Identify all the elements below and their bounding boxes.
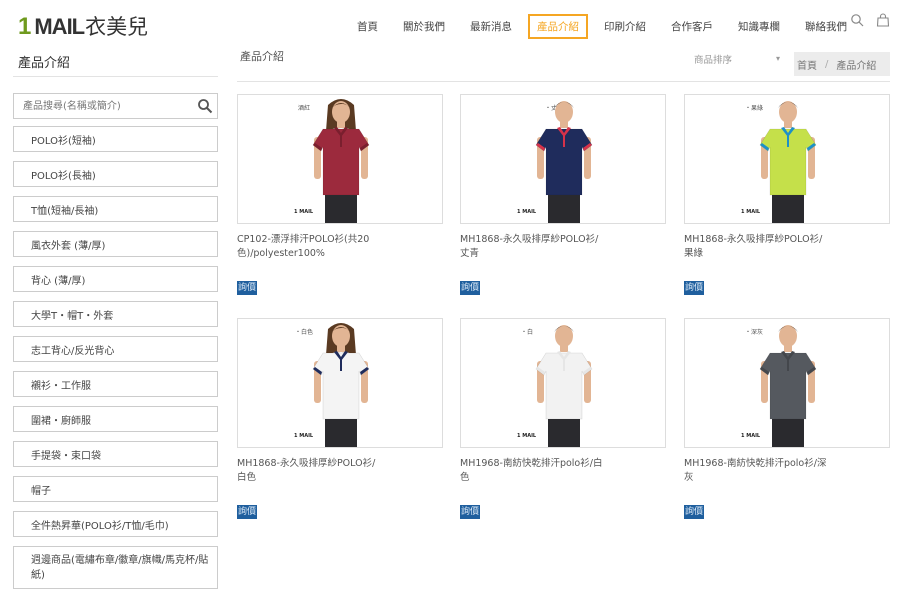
nav-item-printing[interactable]: 印刷介紹 (595, 14, 655, 39)
product-name[interactable]: MH1868-永久吸排厚紗POLO衫/果綠 (684, 233, 890, 275)
brand-tag: 1 MAIL (294, 209, 314, 215)
product-image[interactable]: ・白色 1 MAIL (237, 318, 443, 448)
header-icons (850, 13, 890, 27)
category-item[interactable]: POLO衫(長袖) (13, 161, 218, 187)
product-image[interactable]: ・果綠 1 MAIL (684, 94, 890, 224)
category-item[interactable]: 背心 (薄/厚) (13, 266, 218, 292)
model-figure (759, 325, 817, 447)
product-search-input[interactable] (14, 94, 194, 119)
sidebar-title: 產品介紹 (18, 56, 71, 71)
category-item[interactable]: 襯衫・工作服 (13, 371, 218, 397)
inquiry-button[interactable]: 詢價 (237, 281, 258, 295)
inquiry-button[interactable]: 詢價 (460, 505, 481, 519)
model-figure (759, 101, 817, 223)
brand-tag: 1 MAIL (741, 209, 761, 215)
sort-select[interactable]: 商品排序 (694, 52, 732, 66)
nav-item-news[interactable]: 最新消息 (461, 14, 521, 39)
product-name[interactable]: MH1968-南紡快乾排汗polo衫/白色 (460, 457, 666, 499)
category-item[interactable]: POLO衫(短袖) (13, 126, 218, 152)
breadcrumb-home[interactable]: 首頁 (797, 57, 817, 72)
product-image[interactable]: 酒紅 1 MAIL (237, 94, 443, 224)
breadcrumb-current: 產品介紹 (836, 60, 877, 72)
brand-tag: 1 MAIL (741, 433, 761, 439)
brand-tag: 1 MAIL (294, 433, 314, 439)
site-logo[interactable]: 1 MAIL 衣美兒 (18, 11, 148, 41)
category-item[interactable]: T恤(短袖/長袖) (13, 196, 218, 222)
model-figure (312, 323, 370, 447)
product-card: ・丈青 1 MAIL MH1868-永久吸排厚紗POLO衫/丈青 詢價 (460, 94, 666, 295)
product-name[interactable]: MH1868-永久吸排厚紗POLO衫/丈青 (460, 233, 666, 275)
breadcrumb-separator: / (825, 58, 829, 70)
category-item[interactable]: 週邊商品(電繡布章/徽章/旗幟/馬克杯/貼紙) (13, 546, 218, 589)
model-figure (535, 325, 593, 447)
product-name[interactable]: CP102-漂浮排汗POLO衫(共20色)/polyester100% (237, 233, 443, 275)
category-item[interactable]: 手提袋・束口袋 (13, 441, 218, 467)
nav-item-about[interactable]: 關於我們 (394, 14, 454, 39)
product-card: ・深灰 1 MAIL MH1968-南紡快乾排汗polo衫/深灰 詢價 (684, 318, 890, 519)
search-icon[interactable] (850, 13, 864, 27)
nav-item-products[interactable]: 產品介紹 (528, 14, 588, 39)
product-name[interactable]: MH1968-南紡快乾排汗polo衫/深灰 (684, 457, 890, 499)
category-item[interactable]: 風衣外套 (薄/厚) (13, 231, 218, 257)
category-list: POLO衫(短袖) POLO衫(長袖) T恤(短袖/長袖) 風衣外套 (薄/厚)… (13, 126, 218, 594)
category-item[interactable]: 大學T・帽T・外套 (13, 301, 218, 327)
category-item[interactable]: 志工背心/反光背心 (13, 336, 218, 362)
logo-chinese-name: 衣美兒 (85, 15, 149, 39)
model-figure (312, 99, 370, 223)
product-search-box (13, 93, 218, 119)
category-item[interactable]: 圍裙・廚師服 (13, 406, 218, 432)
brand-tag: 1 MAIL (517, 209, 537, 215)
logo-wordmark: MAIL (34, 14, 85, 39)
product-image[interactable]: ・深灰 1 MAIL (684, 318, 890, 448)
inquiry-button[interactable]: 詢價 (460, 281, 481, 295)
category-item[interactable]: 全件熱昇華(POLO衫/T恤/毛巾) (13, 511, 218, 537)
chevron-down-icon[interactable]: ▾ (776, 54, 780, 63)
nav-item-contact[interactable]: 聯絡我們 (796, 14, 856, 39)
page-title: 產品介紹 (240, 50, 284, 63)
main-divider (237, 81, 890, 82)
search-icon[interactable] (197, 98, 213, 114)
product-card: 酒紅 1 MAIL CP102-漂浮排汗POLO衫(共20色)/polyeste… (237, 94, 443, 295)
inquiry-button[interactable]: 詢價 (684, 505, 705, 519)
inquiry-button[interactable]: 詢價 (237, 505, 258, 519)
main-nav: 首頁 關於我們 最新消息 產品介紹 印刷介紹 合作客戶 知識專欄 聯絡我們 (348, 14, 863, 39)
product-card: ・果綠 1 MAIL MH1868-永久吸排厚紗POLO衫/果綠 詢價 (684, 94, 890, 295)
product-card: ・白色 1 MAIL MH1868-永久吸排厚紗POLO衫/白色 詢價 (237, 318, 443, 519)
sidebar-divider (13, 76, 218, 77)
product-image[interactable]: ・丈青 1 MAIL (460, 94, 666, 224)
nav-item-home[interactable]: 首頁 (348, 14, 387, 39)
product-name[interactable]: MH1868-永久吸排厚紗POLO衫/白色 (237, 457, 443, 499)
inquiry-button[interactable]: 詢價 (684, 281, 705, 295)
brand-tag: 1 MAIL (517, 433, 537, 439)
product-card: ・白 1 MAIL MH1968-南紡快乾排汗polo衫/白色 詢價 (460, 318, 666, 519)
product-image[interactable]: ・白 1 MAIL (460, 318, 666, 448)
nav-item-clients[interactable]: 合作客戶 (662, 14, 722, 39)
category-item[interactable]: 帽子 (13, 476, 218, 502)
breadcrumb: 首頁 / 產品介紹 (794, 52, 890, 76)
site-header: 1 MAIL 衣美兒 首頁 關於我們 最新消息 產品介紹 印刷介紹 合作客戶 知… (0, 0, 900, 50)
bag-icon[interactable] (876, 13, 890, 27)
logo-number: 1 (18, 13, 32, 40)
nav-item-knowledge[interactable]: 知識專欄 (729, 14, 789, 39)
model-figure (535, 101, 593, 223)
